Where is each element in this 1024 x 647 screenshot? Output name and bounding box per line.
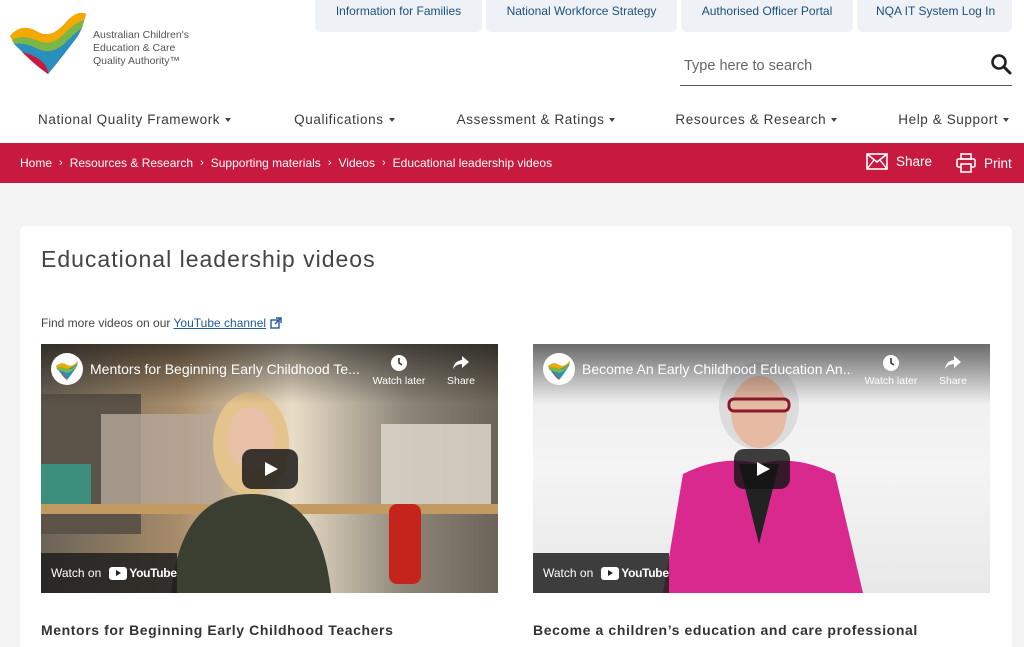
share-video-button[interactable]: Share [923,354,983,387]
acecqa-logo-mark-icon [548,361,570,380]
clock-icon [391,355,407,371]
watch-later-button[interactable]: Watch later [861,354,921,387]
envelope-icon [866,153,888,170]
clock-icon [883,355,899,371]
nav-resources-research[interactable]: Resources & Research [675,112,838,127]
watch-on-youtube-button[interactable]: Watch on YouTube [533,553,669,593]
caret-down-icon [1003,118,1010,123]
play-button[interactable] [734,449,790,489]
breadcrumb-bar: Home › Resources & Research › Supporting… [0,143,1024,183]
nav-qualifications[interactable]: Qualifications [294,112,395,127]
site-header: Australian Children's Education & Care Q… [0,0,1024,143]
acecqa-logo[interactable]: Australian Children's Education & Care Q… [8,8,193,78]
content-card: Educational leadership videos Find more … [20,226,1012,647]
video-title[interactable]: Become An Early Childhood Education An..… [582,361,852,377]
search-icon[interactable] [990,53,1012,75]
search-input[interactable] [684,53,974,79]
chevron-right-icon: › [381,157,386,169]
video-player-mentors[interactable]: Mentors for Beginning Early Childhood Te… [41,344,498,593]
video-caption: Mentors for Beginning Early Childhood Te… [41,622,394,638]
play-button[interactable] [242,449,298,489]
caret-down-icon [225,118,232,123]
acecqa-logo-mark-icon [56,361,78,380]
channel-avatar[interactable] [543,353,575,385]
find-more-text: Find more videos on our YouTube channel [41,316,282,330]
brand-name: Australian Children's Education & Care Q… [93,29,189,67]
video-title[interactable]: Mentors for Beginning Early Childhood Te… [90,361,360,377]
chevron-right-icon: › [327,157,332,169]
channel-avatar[interactable] [51,353,83,385]
utility-links: Information for Families National Workfo… [315,0,1012,32]
acecqa-logo-mark-icon [10,12,86,74]
chevron-right-icon: › [59,157,63,169]
caret-down-icon [388,118,395,123]
nav-assessment-ratings[interactable]: Assessment & Ratings [457,112,616,127]
printer-icon [956,153,976,173]
breadcrumb-videos[interactable]: Videos [338,156,374,170]
top-link-authorised-officer-portal[interactable]: Authorised Officer Portal [681,0,853,32]
share-video-button[interactable]: Share [431,354,491,387]
top-link-national-workforce-strategy[interactable]: National Workforce Strategy [486,0,677,32]
breadcrumb-home[interactable]: Home [20,156,52,170]
youtube-channel-link[interactable]: YouTube channel [174,316,267,330]
nav-help-support[interactable]: Help & Support [898,112,1010,127]
main-navigation: National Quality Framework Qualification… [0,112,1024,127]
caret-down-icon [831,118,838,123]
breadcrumb: Home › Resources & Research › Supporting… [20,156,552,170]
share-button[interactable]: Share [866,153,932,170]
site-search [680,48,1012,86]
nav-national-quality-framework[interactable]: National Quality Framework [38,112,232,127]
page-title: Educational leadership videos [41,246,376,272]
top-link-nqa-it-system-log-in[interactable]: NQA IT System Log In [857,0,1012,32]
caret-down-icon [609,118,616,123]
video-player-become-professional[interactable]: Become An Early Childhood Education An..… [533,344,990,593]
video-caption: Become a children’s education and care p… [533,622,918,638]
breadcrumb-supporting-materials[interactable]: Supporting materials [211,156,321,170]
breadcrumb-resources-research[interactable]: Resources & Research [70,156,193,170]
share-arrow-icon [453,356,469,369]
external-link-icon [270,317,282,329]
watch-on-youtube-button[interactable]: Watch on YouTube [41,553,177,593]
youtube-logo-icon: YouTube [601,566,669,580]
print-button[interactable]: Print [956,153,1012,173]
breadcrumb-current: Educational leadership videos [392,156,553,170]
watch-later-button[interactable]: Watch later [369,354,429,387]
share-arrow-icon [945,356,961,369]
chevron-right-icon: › [200,157,204,169]
youtube-logo-icon: YouTube [109,566,177,580]
top-link-information-for-families[interactable]: Information for Families [315,0,482,32]
